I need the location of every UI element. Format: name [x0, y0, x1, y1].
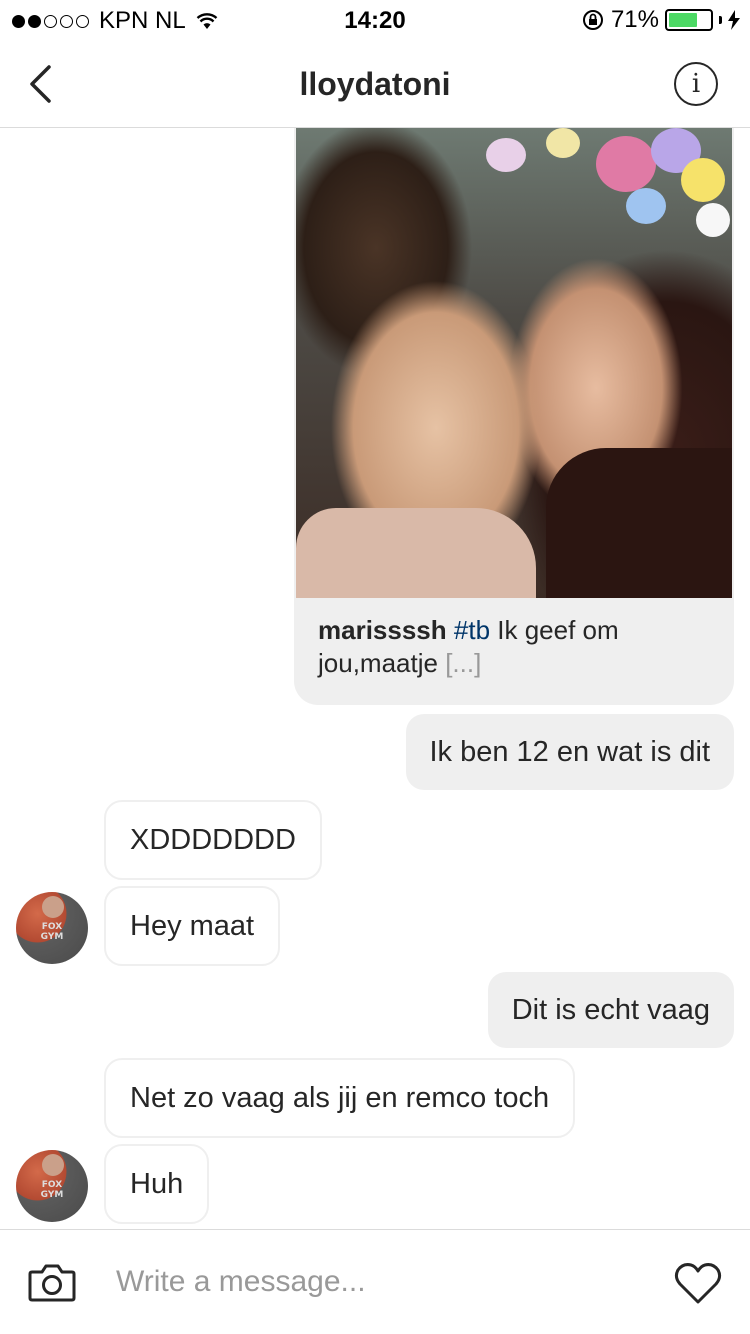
info-button[interactable]: i: [674, 62, 718, 106]
message-bubble-incoming[interactable]: Net zo vaag als jij en remco toch: [104, 1058, 576, 1138]
info-icon: i: [691, 69, 701, 99]
message-bubble-incoming[interactable]: Hey maat: [104, 886, 281, 966]
message-bubble-outgoing[interactable]: Dit is echt vaag: [487, 972, 734, 1048]
message-bubble-outgoing[interactable]: Ik ben 12 en wat is dit: [405, 714, 734, 790]
conversation-header: lloydatoni i: [0, 40, 750, 128]
shared-post-image[interactable]: [296, 128, 732, 598]
camera-icon: [28, 1264, 76, 1302]
shared-post-caption: marissssh #tb Ik geef om jou,maatje [...…: [318, 614, 718, 680]
caption-username[interactable]: marissssh: [318, 615, 447, 645]
message-input[interactable]: [116, 1260, 636, 1304]
message-bubble-incoming[interactable]: Huh: [104, 1144, 210, 1224]
caption-more[interactable]: [...]: [445, 648, 481, 678]
conversation-title[interactable]: lloydatoni: [0, 66, 750, 103]
battery-icon: [665, 9, 713, 31]
status-bar: KPN NL 14:20 71%: [0, 0, 750, 40]
status-right: 71%: [581, 6, 740, 34]
message-bubble-incoming[interactable]: XDDDDDDD: [104, 800, 322, 880]
rotation-lock-icon: [582, 10, 603, 30]
battery-percent: 71%: [610, 6, 659, 33]
avatar-shirt-print: FOX GYM: [40, 922, 64, 942]
caption-hashtag[interactable]: #tb: [454, 615, 490, 645]
message-thread[interactable]: marissssh #tb Ik geef om jou,maatje [...…: [0, 128, 750, 1229]
avatar[interactable]: FOX GYM: [16, 1150, 88, 1222]
back-button[interactable]: [20, 62, 60, 106]
charging-bolt-icon: [728, 10, 740, 30]
chevron-left-icon: [30, 65, 51, 103]
shared-post[interactable]: marissssh #tb Ik geef om jou,maatje [...…: [294, 128, 734, 705]
like-button[interactable]: [674, 1262, 722, 1306]
battery-nub: [719, 16, 722, 24]
heart-icon: [674, 1263, 722, 1304]
avatar-shirt-print: FOX GYM: [40, 1180, 64, 1200]
message-composer: [0, 1229, 750, 1334]
camera-button[interactable]: [28, 1262, 76, 1302]
avatar[interactable]: FOX GYM: [16, 892, 88, 964]
